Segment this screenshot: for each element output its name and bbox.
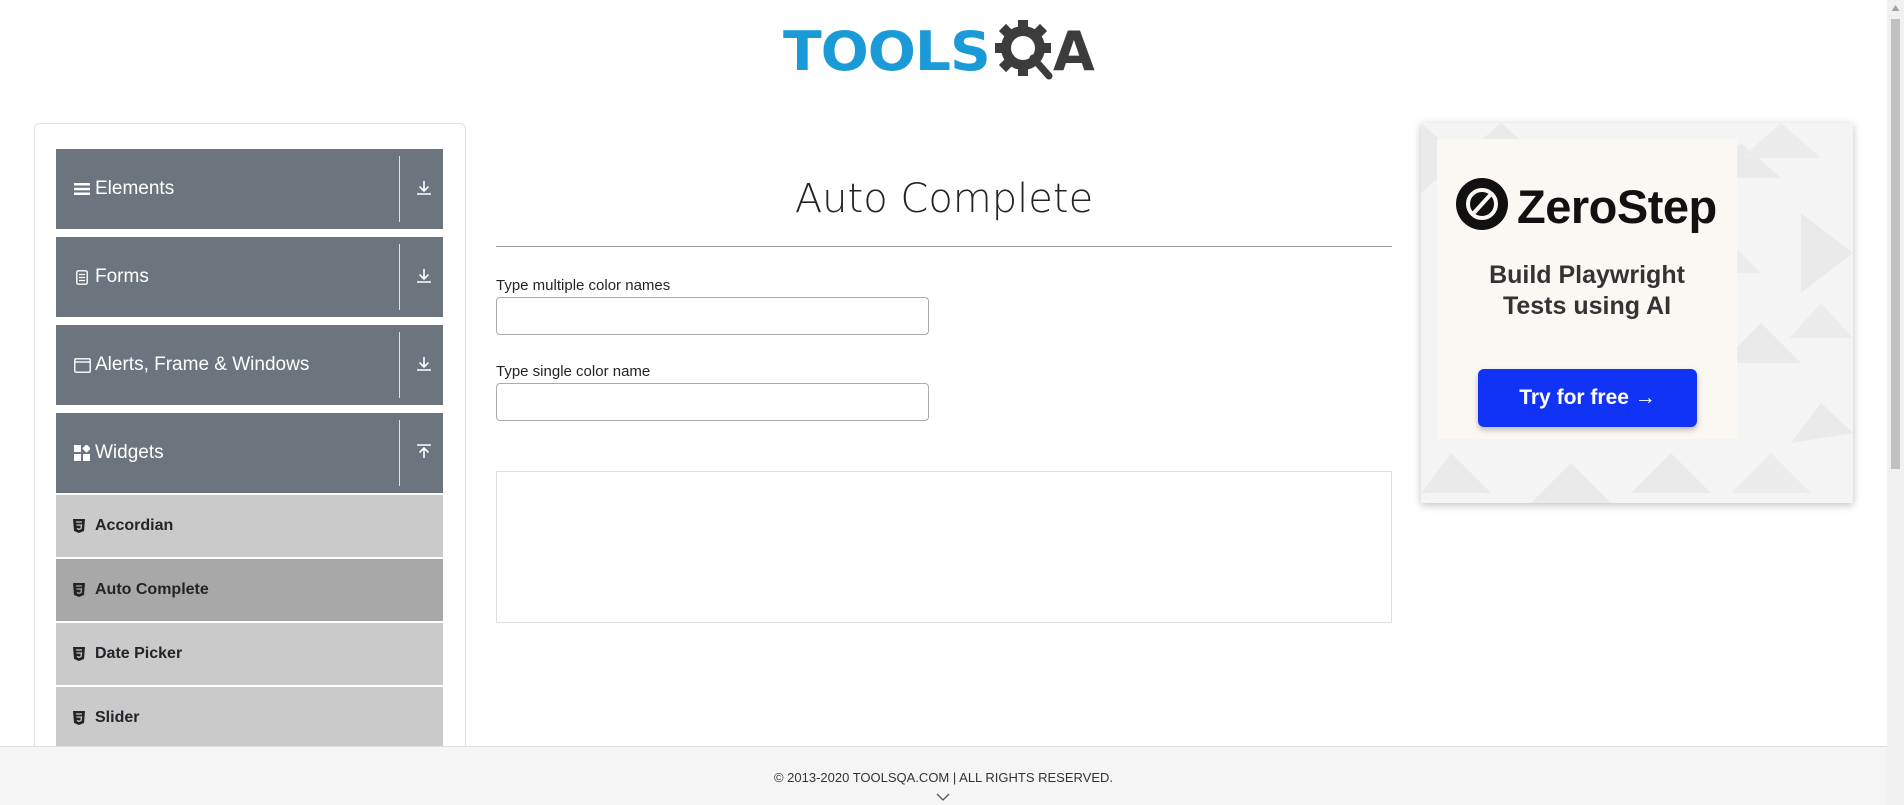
chevron-down-icon[interactable] [934,791,952,803]
document-icon [73,268,91,286]
sidebar-group-label: Widgets [95,442,164,463]
window-icon [73,356,91,374]
menu-item-label: Auto Complete [95,581,209,598]
menu-item-date-picker[interactable]: Date Picker [56,623,443,685]
list-icon [73,180,91,198]
sidebar-group-label: Elements [95,178,175,199]
download-icon[interactable] [414,266,434,286]
multiple-color-input[interactable] [496,297,929,335]
single-color-input[interactable] [496,383,929,421]
toolsqa-logo[interactable]: TOOLS A [783,14,1108,90]
vertical-scrollbar[interactable] [1887,0,1904,805]
copyright-text: © 2013-2020 TOOLSQA.COM | ALL RIGHTS RES… [773,770,1114,785]
ad-brand-name: ZeroStep [1517,180,1717,233]
html5-icon [73,583,85,597]
logo-text-tools: TOOLS [783,20,991,83]
divider [399,420,400,486]
title-divider [496,246,1392,247]
divider [399,244,400,310]
menu-item-slider[interactable]: Slider [56,687,443,749]
divider [399,156,400,222]
footer: © 2013-2020 TOOLSQA.COM | ALL RIGHTS RES… [0,746,1887,805]
multiple-color-label: Type multiple color names [496,277,671,294]
single-color-label: Type single color name [496,363,651,380]
left-sidebar: Elements Forms Alerts, Frame & Windows W… [34,123,466,805]
scrollbar-thumb[interactable] [1891,19,1900,469]
upload-icon[interactable] [414,442,434,462]
menu-item-auto-complete[interactable]: Auto Complete [56,559,443,621]
divider [399,332,400,398]
sidebar-group-elements[interactable]: Elements [56,149,443,229]
logo-text-a: A [1053,20,1095,83]
content-area [496,471,1392,623]
page: TOOLS A Elements Forms Alerts, Frame & W… [0,0,1904,805]
html5-icon [73,519,85,533]
menu-item-label: Slider [95,709,140,726]
sidebar-group-forms[interactable]: Forms [56,237,443,317]
ad-headline: Build Playwright Tests using AI [1437,260,1737,322]
menu-item-label: Date Picker [95,645,183,662]
ad-headline-line1: Build Playwright [1489,261,1685,289]
menu-item-label: Accordian [95,517,174,534]
widgets-icon [73,444,91,462]
sidebar-group-label: Forms [95,266,149,287]
gear-magnifier-icon [995,20,1053,80]
page-title: Auto Complete [794,176,1094,222]
try-for-free-button[interactable]: Try for free → [1478,369,1697,427]
sidebar-group-label: Alerts, Frame & Windows [95,354,310,375]
ad-headline-line2: Tests using AI [1502,292,1672,320]
download-icon[interactable] [414,178,434,198]
sidebar-group-alerts-frame-windows[interactable]: Alerts, Frame & Windows [56,325,443,405]
advertisement-banner[interactable]: ZeroStep Build Playwright Tests using AI… [1421,123,1853,503]
html5-icon [73,711,85,725]
html5-icon [73,647,85,661]
scroll-up-arrow-icon[interactable] [1891,4,1900,12]
menu-item-accordian[interactable]: Accordian [56,495,443,557]
zerostep-logo-icon [1456,178,1508,230]
sidebar-group-widgets[interactable]: Widgets [56,413,443,493]
download-icon[interactable] [414,354,434,374]
ad-card: ZeroStep Build Playwright Tests using AI… [1437,139,1737,439]
